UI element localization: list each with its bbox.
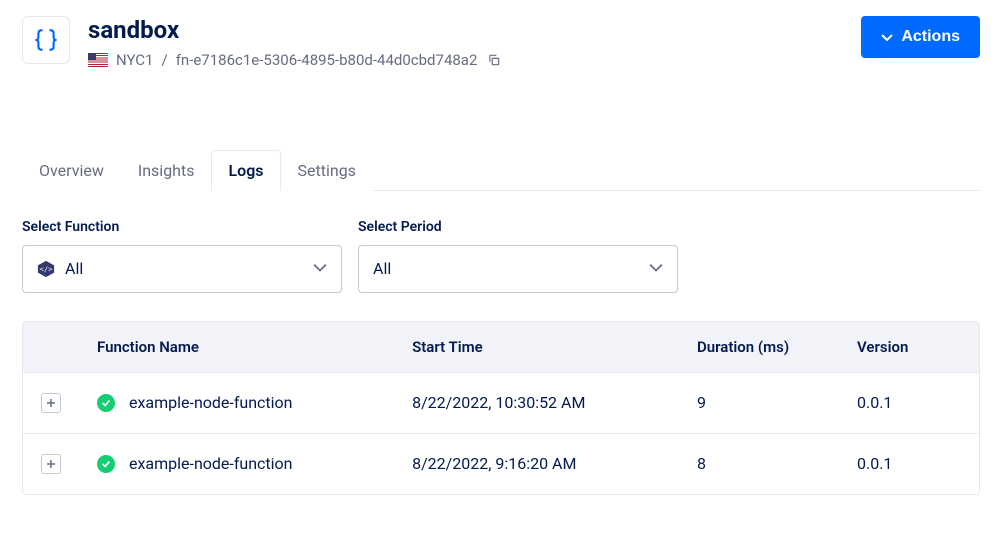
duration: 8 — [679, 433, 839, 494]
version: 0.0.1 — [839, 372, 979, 433]
region-label: NYC1 — [116, 51, 154, 69]
actions-button-label: Actions — [901, 28, 960, 46]
resource-id: fn-e7186c1e-5306-4895-b80d-44d0cbd748a2 — [176, 51, 478, 69]
select-period-dropdown[interactable]: All — [358, 245, 678, 293]
chevron-down-icon — [313, 259, 327, 278]
col-header-version: Version — [839, 322, 979, 373]
select-period-label: Select Period — [358, 219, 678, 235]
tabs: Overview Insights Logs Settings — [22, 149, 980, 191]
table-row: example-node-function 8/22/2022, 10:30:5… — [23, 372, 979, 433]
status-success-icon — [97, 394, 115, 412]
tab-overview[interactable]: Overview — [22, 150, 121, 191]
select-period-value: All — [373, 259, 639, 278]
start-time: 8/22/2022, 9:16:20 AM — [394, 433, 679, 494]
start-time: 8/22/2022, 10:30:52 AM — [394, 372, 679, 433]
col-header-name: Function Name — [79, 322, 394, 373]
col-header-duration: Duration (ms) — [679, 322, 839, 373]
duration: 9 — [679, 372, 839, 433]
table-row: example-node-function 8/22/2022, 9:16:20… — [23, 433, 979, 494]
function-name: example-node-function — [129, 454, 293, 473]
logs-table: Function Name Start Time Duration (ms) V… — [23, 322, 979, 494]
chevron-down-icon — [649, 259, 663, 278]
actions-button[interactable]: Actions — [861, 16, 980, 58]
function-name: example-node-function — [129, 393, 293, 412]
region-flag-icon — [88, 53, 108, 67]
function-type-icon: </> — [37, 260, 55, 278]
col-header-start: Start Time — [394, 322, 679, 373]
expand-row-button[interactable] — [41, 393, 61, 413]
status-success-icon — [97, 455, 115, 473]
tab-insights[interactable]: Insights — [121, 150, 212, 191]
select-function-label: Select Function — [22, 219, 342, 235]
breadcrumb-separator: / — [162, 51, 168, 69]
function-app-icon — [22, 16, 70, 64]
expand-row-button[interactable] — [41, 454, 61, 474]
breadcrumb: NYC1 / fn-e7186c1e-5306-4895-b80d-44d0cb… — [88, 51, 861, 69]
version: 0.0.1 — [839, 433, 979, 494]
tab-logs[interactable]: Logs — [211, 150, 280, 191]
copy-icon[interactable] — [485, 51, 503, 69]
page-title: sandbox — [88, 16, 861, 45]
tab-settings[interactable]: Settings — [281, 150, 373, 191]
svg-text:</>: </> — [40, 264, 54, 273]
select-function-dropdown[interactable]: </> All — [22, 245, 342, 293]
select-function-value: All — [65, 259, 303, 278]
chevron-down-icon — [881, 31, 893, 43]
